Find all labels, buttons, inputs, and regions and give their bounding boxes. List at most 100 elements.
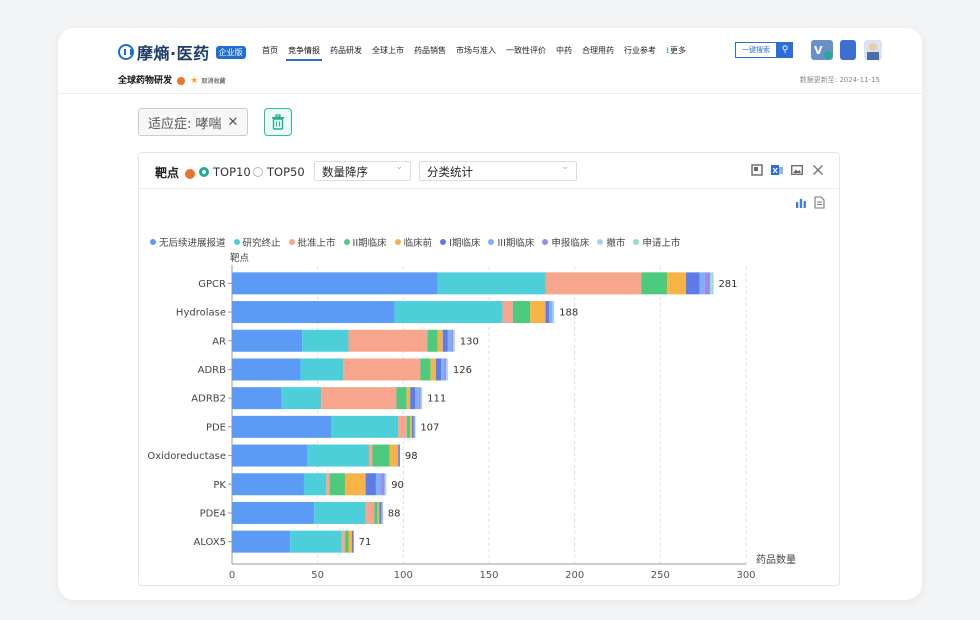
legend-label: 申报临床 [551, 238, 590, 249]
clear-filters-button[interactable] [264, 108, 292, 136]
bar-segment [437, 329, 443, 352]
bar-segment [427, 329, 438, 352]
x-tick-label: 0 [229, 570, 235, 581]
nav-item[interactable]: 药品研发 [325, 45, 367, 63]
bar-segment [406, 415, 411, 438]
bar-segment [502, 301, 513, 324]
legend-label: 研究终止 [242, 238, 281, 249]
legend-dot-icon [288, 239, 295, 245]
category-label: ADRB2 [191, 394, 226, 405]
legend-label: II期临床 [352, 238, 387, 249]
logo[interactable]: 摩熵·医药 企业版 [118, 40, 246, 64]
legend-item[interactable]: 申请上市 [633, 235, 680, 249]
x-axis-label: 药品数量 [756, 553, 796, 566]
nav-item[interactable]: 药品销售 [409, 45, 451, 63]
category-label: ADRB [198, 365, 226, 376]
nav-item[interactable]: 行业参考 [619, 45, 661, 63]
info-icon[interactable] [177, 76, 186, 85]
image-export-icon[interactable] [791, 164, 803, 176]
bar-total-label: 130 [460, 336, 479, 347]
logo-icon [118, 44, 134, 60]
bar-segment [389, 444, 399, 467]
bar-segment [232, 387, 282, 410]
bar-segment [321, 387, 397, 410]
bar-segment [302, 329, 349, 352]
filter-tag[interactable]: 适应症: 哮喘 ✕ [138, 108, 249, 136]
grid-icon: ⁞ [666, 46, 670, 55]
bar-segment [394, 301, 503, 324]
radio-top10[interactable]: TOP10 [199, 165, 251, 179]
bar-segment [281, 387, 322, 410]
bar-segment [420, 387, 423, 410]
bar-segment [441, 358, 445, 381]
star-icon[interactable]: ★ [190, 76, 198, 86]
bar-segment [381, 501, 383, 524]
legend-item[interactable]: III期临床 [488, 235, 534, 249]
bar-segment [410, 415, 412, 438]
close-icon[interactable] [812, 164, 824, 176]
bar-total-label: 71 [359, 537, 372, 548]
x-tick-label: 200 [565, 570, 584, 581]
sort-select[interactable]: 数量降序 ⌄ [314, 161, 411, 181]
bar-segment [329, 473, 346, 496]
legend-dot-icon [633, 239, 640, 245]
legend-dot-icon [343, 239, 350, 245]
legend-item[interactable]: II期临床 [343, 235, 387, 249]
bar-segment [641, 272, 668, 295]
nav-item[interactable]: 全球上市 [367, 45, 409, 63]
bar-segment [430, 358, 436, 381]
favorite-toggle[interactable]: 取消收藏 [202, 78, 226, 85]
bar-segment [369, 444, 373, 467]
nav-item-more[interactable]: ⁞更多 [661, 45, 691, 63]
nav-item[interactable]: 中药 [551, 45, 577, 63]
bar-segment [451, 329, 454, 352]
nav-item[interactable]: 一致性评价 [501, 45, 551, 63]
legend-item[interactable]: 批准上市 [288, 235, 336, 249]
fullscreen-icon[interactable] [751, 164, 763, 176]
nav-item[interactable]: 首页 [257, 45, 283, 63]
category-label: Hydrolase [176, 308, 226, 319]
search-icon[interactable]: ⚲ [777, 42, 793, 58]
quick-search[interactable]: 一键搜索 ⚲ [735, 42, 793, 58]
filter-tag-label: 适应症: 哮喘 [148, 116, 222, 132]
bar-segment [453, 329, 455, 352]
legend-item[interactable]: 无后续进展报道 [150, 235, 226, 249]
radio-top50[interactable]: TOP50 [253, 165, 305, 179]
avatar[interactable] [864, 40, 882, 60]
bar-segment [374, 501, 378, 524]
bar-segment [372, 444, 390, 467]
nav-item[interactable]: 竞争情报 [283, 45, 325, 63]
close-icon[interactable]: ✕ [228, 115, 239, 130]
chart-panel-header: 靶点 TOP10 TOP50 数量降序 ⌄ 分类统计 ⌄ X [139, 153, 839, 189]
legend-item[interactable]: 临床前 [394, 235, 432, 249]
bar-segment [396, 387, 407, 410]
bar-segment [446, 358, 448, 381]
bar-segment [437, 272, 546, 295]
bar-segment [232, 415, 332, 438]
bar-total-label: 107 [420, 422, 439, 433]
legend-item[interactable]: 申报临床 [542, 235, 589, 249]
bar-segment [290, 530, 342, 553]
excel-export-icon[interactable]: X [771, 164, 783, 176]
bar-chart-icon[interactable] [795, 197, 807, 209]
nav-item[interactable]: 合理用药 [577, 45, 619, 63]
legend-item[interactable]: I期临床 [440, 235, 480, 249]
vip-icon[interactable]: V [811, 40, 833, 60]
info-icon[interactable] [185, 168, 196, 179]
bar-segment [552, 301, 555, 324]
data-table-icon[interactable] [814, 196, 825, 209]
message-icon[interactable] [840, 40, 856, 60]
legend-dot-icon [597, 239, 604, 245]
stat-select[interactable]: 分类统计 ⌄ [419, 161, 577, 181]
bar-segment [232, 301, 395, 324]
bar-segment [686, 272, 700, 295]
bar-segment [545, 272, 642, 295]
radio-checked-icon [199, 167, 209, 177]
search-button-label[interactable]: 一键搜索 [735, 42, 777, 58]
legend-item[interactable]: 撤市 [597, 235, 625, 249]
legend-item[interactable]: 研究终止 [233, 235, 281, 249]
nav-item[interactable]: 市场与准入 [451, 45, 501, 63]
bar-segment [348, 329, 428, 352]
bar-segment [406, 387, 411, 410]
legend-dot-icon [394, 239, 401, 245]
